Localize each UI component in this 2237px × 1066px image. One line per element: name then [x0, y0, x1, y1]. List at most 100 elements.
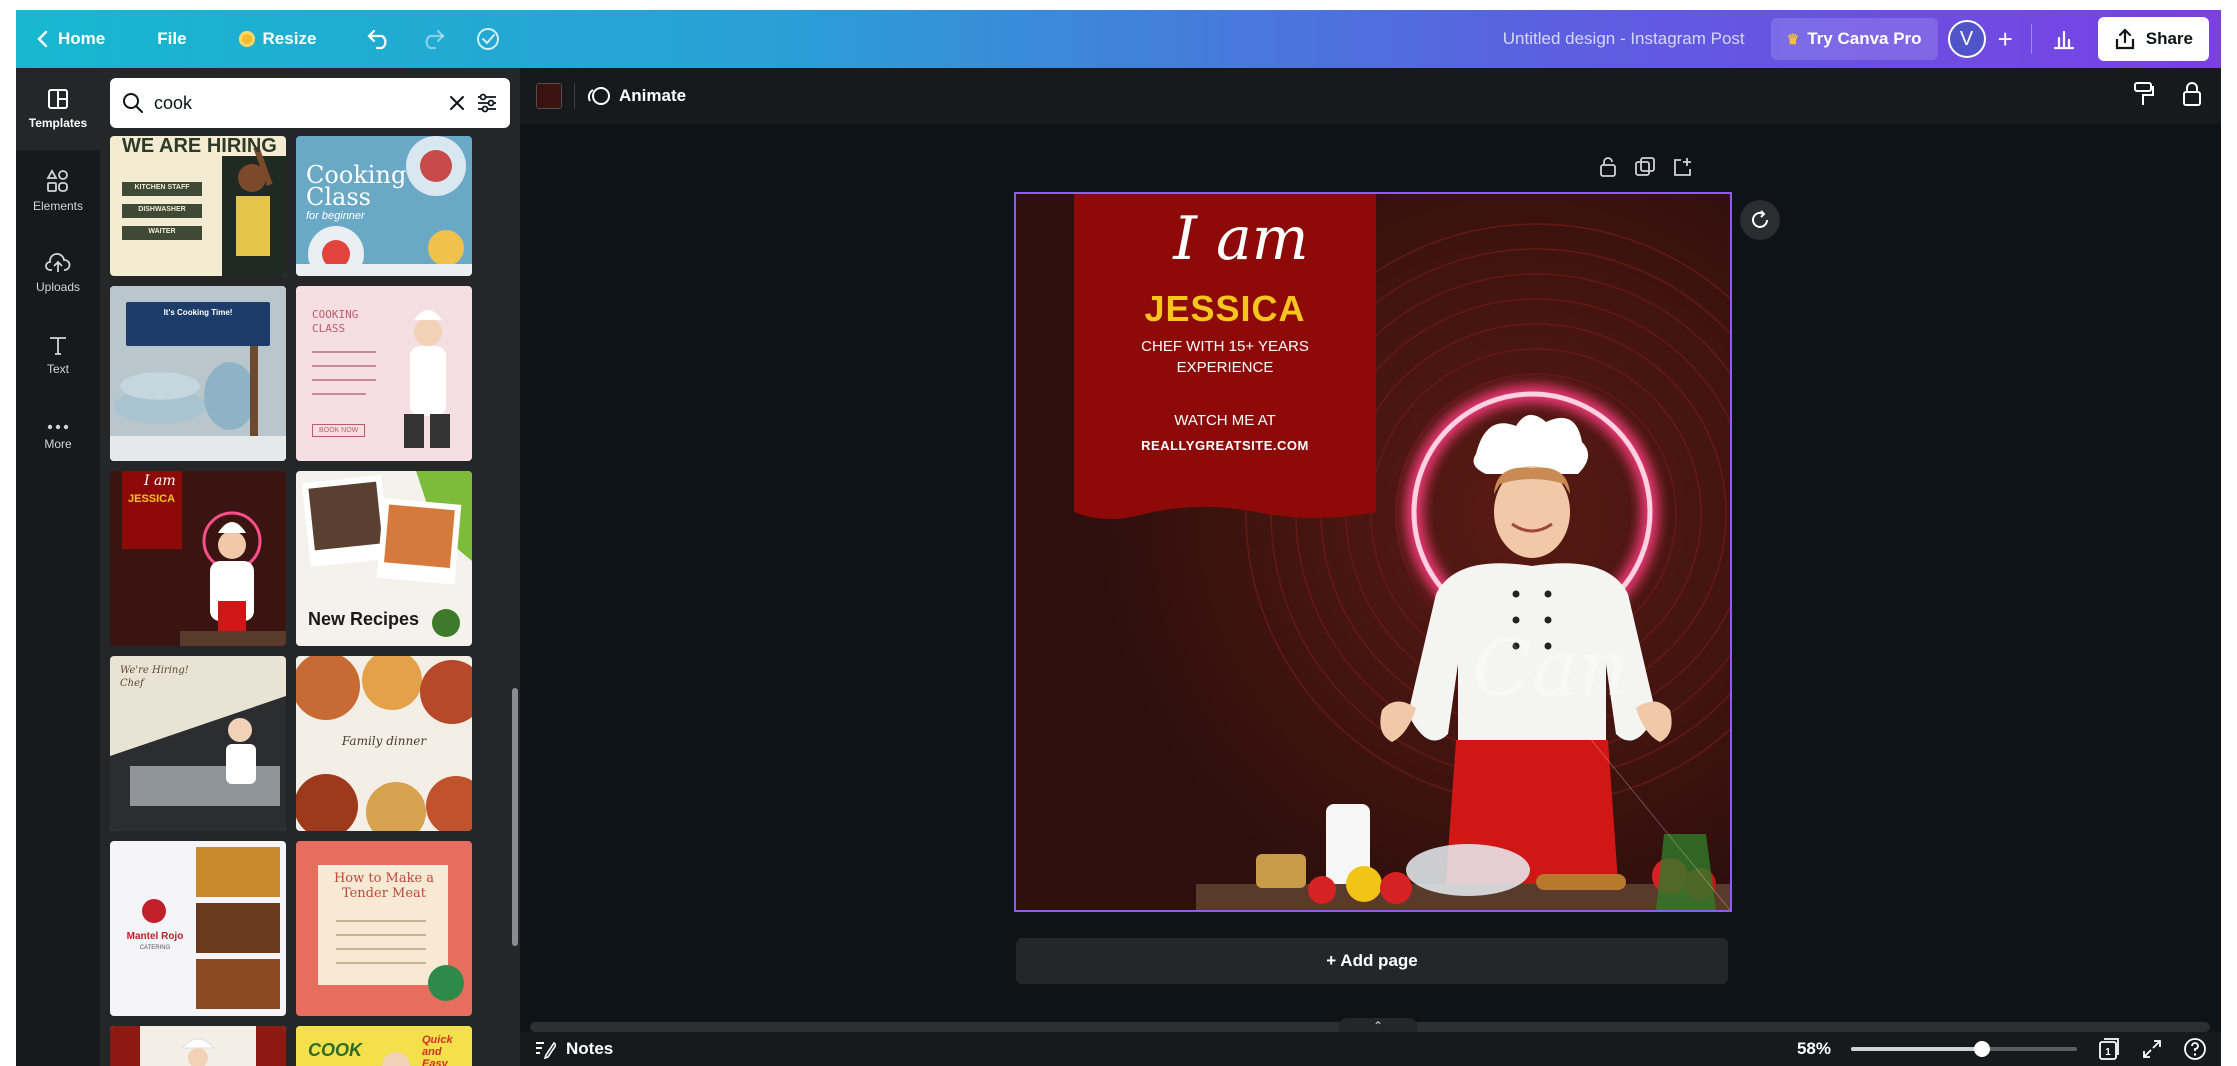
- avatar[interactable]: V: [1947, 20, 1986, 58]
- clear-search-icon[interactable]: [448, 94, 466, 112]
- template-button: BOOK NOW: [312, 424, 366, 437]
- pages-icon: 1: [2099, 1038, 2119, 1060]
- add-page-icon[interactable]: [1672, 156, 1694, 183]
- template-sub: for beginner: [306, 210, 365, 222]
- lock-icon[interactable]: [2181, 81, 2203, 112]
- panel-scrollbar[interactable]: [512, 688, 518, 946]
- templates-panel: WE ARE HIRING KITCHEN STAFF DISHWASHER W…: [100, 68, 520, 1066]
- template-new-recipes[interactable]: New Recipes: [296, 471, 472, 646]
- refresh-icon: [1752, 210, 1768, 228]
- template-heading: COOK: [308, 1040, 362, 1060]
- design-website[interactable]: REALLYGREATSITE.COM: [1074, 438, 1376, 453]
- try-canva-pro-button[interactable]: ♛ Try Canva Pro: [1770, 18, 1938, 60]
- template-heading: Mantel Rojo: [126, 931, 184, 942]
- fullscreen-button[interactable]: [2141, 1038, 2163, 1060]
- rail-label: Uploads: [35, 280, 81, 294]
- insights-button[interactable]: [2038, 10, 2090, 68]
- text-icon: [50, 337, 66, 355]
- zoom-slider[interactable]: [1851, 1041, 2077, 1057]
- templates-icon: [48, 89, 68, 109]
- chevron-left-icon: [37, 30, 48, 48]
- animate-icon: [587, 87, 610, 105]
- zoom-controls: 58% 1: [1797, 1037, 2221, 1061]
- duplicate-page-icon[interactable]: [1634, 156, 1656, 183]
- notes-icon: [536, 1041, 556, 1059]
- divider: [574, 83, 575, 109]
- home-button[interactable]: Home: [16, 10, 119, 68]
- template-script: We're Hiring! Chef: [120, 665, 189, 689]
- help-icon: [2184, 1038, 2206, 1060]
- design-name-text[interactable]: JESSICA: [1074, 288, 1376, 330]
- template-line: WAITER: [148, 228, 176, 235]
- redo-button[interactable]: [406, 10, 460, 68]
- filter-icon[interactable]: [476, 92, 498, 114]
- redo-icon: [425, 29, 445, 50]
- elements-icon: [46, 169, 68, 192]
- file-menu-button[interactable]: File: [143, 10, 200, 68]
- regenerate-button[interactable]: [1740, 200, 1780, 240]
- top-bar: Home File Resize Untitled design - Insta…: [16, 10, 2221, 68]
- animate-button[interactable]: Animate: [587, 85, 686, 107]
- bar-chart-icon: [2053, 30, 2074, 50]
- page-number: 1: [2105, 1047, 2111, 1058]
- pro-label: Try Canva Pro: [1807, 29, 1922, 48]
- watermark-text: Can: [1472, 624, 1629, 714]
- share-button[interactable]: Share: [2097, 17, 2209, 61]
- design-line1[interactable]: CHEF WITH 15+ YEARS: [1074, 338, 1376, 355]
- template-hiring-chef[interactable]: We're Hiring! Chef: [110, 656, 286, 831]
- rail-item-more[interactable]: More: [16, 396, 100, 478]
- resize-label: Resize: [262, 29, 317, 48]
- rail-item-templates[interactable]: Templates: [16, 68, 100, 150]
- template-cooking-time[interactable]: It's Cooking Time!: [110, 286, 286, 461]
- template-cooking-class[interactable]: Cooking Class for beginner: [296, 136, 472, 276]
- left-rail: Templates Elements Uploads Text More: [16, 68, 100, 1066]
- rail-item-elements[interactable]: Elements: [16, 150, 100, 232]
- cloud-check-icon: [477, 28, 500, 50]
- crown-icon: ♛: [1786, 30, 1800, 47]
- template-chef-red-art: [110, 1026, 286, 1066]
- template-mantel-rojo[interactable]: Mantel Rojo CATERING: [110, 841, 286, 1016]
- background-color-swatch[interactable]: [536, 83, 562, 109]
- template-jessica[interactable]: I am JESSICA: [110, 471, 286, 646]
- add-page-button[interactable]: + Add page: [1016, 938, 1728, 984]
- invite-button[interactable]: +: [1986, 10, 2025, 68]
- template-heading: WE ARE HIRING: [122, 136, 277, 157]
- template-mantel-rojo-art: [142, 847, 280, 1009]
- zoom-percent[interactable]: 58%: [1797, 1039, 1831, 1059]
- plus-icon: +: [1997, 23, 2013, 54]
- rail-item-text[interactable]: Text: [16, 314, 100, 396]
- copy-style-icon[interactable]: [2133, 81, 2155, 112]
- design-line3[interactable]: WATCH ME AT: [1074, 412, 1376, 429]
- template-hiring[interactable]: WE ARE HIRING KITCHEN STAFF DISHWASHER W…: [110, 136, 286, 276]
- design-script-text[interactable]: I am: [1166, 204, 1316, 274]
- design-page[interactable]: I am JESSICA CHEF WITH 15+ YEARS EXPERIE…: [1014, 192, 1732, 912]
- template-tender-meat[interactable]: How to Make a Tender Meat: [296, 841, 472, 1016]
- rail-label: More: [44, 437, 72, 451]
- animate-label: Animate: [619, 86, 687, 105]
- help-button[interactable]: [2183, 1037, 2207, 1061]
- template-script: I am: [144, 473, 176, 489]
- undo-button[interactable]: [352, 10, 406, 68]
- template-family-dinner[interactable]: Family dinner: [296, 656, 472, 831]
- template-cooking-class-pink[interactable]: COOKING CLASS BOOK NOW: [296, 286, 472, 461]
- page-count-button[interactable]: 1: [2097, 1037, 2121, 1061]
- bottom-bar: Notes 58% 1: [520, 1032, 2221, 1066]
- save-status-button[interactable]: [460, 10, 516, 68]
- home-label: Home: [58, 29, 106, 48]
- search-icon: [122, 92, 144, 114]
- template-line: DISHWASHER: [138, 206, 186, 213]
- template-line: KITCHEN STAFF: [134, 184, 190, 191]
- template-chef-red[interactable]: [110, 1026, 286, 1066]
- search-input[interactable]: [154, 92, 438, 114]
- template-heading: COOKING CLASS: [312, 308, 359, 335]
- design-line2[interactable]: EXPERIENCE: [1074, 359, 1376, 376]
- template-cook-quick[interactable]: COOK Quick and Easy: [296, 1026, 472, 1066]
- zoom-slider-knob[interactable]: [1974, 1041, 1990, 1057]
- design-title[interactable]: Untitled design - Instagram Post: [1503, 29, 1771, 49]
- rail-item-uploads[interactable]: Uploads: [16, 232, 100, 314]
- template-side: Quick and Easy: [422, 1034, 453, 1066]
- notes-button[interactable]: Notes: [534, 1039, 613, 1059]
- lock-page-icon[interactable]: [1598, 156, 1618, 183]
- editor-toolbar: Animate: [520, 68, 2221, 124]
- resize-button[interactable]: Resize: [225, 10, 331, 68]
